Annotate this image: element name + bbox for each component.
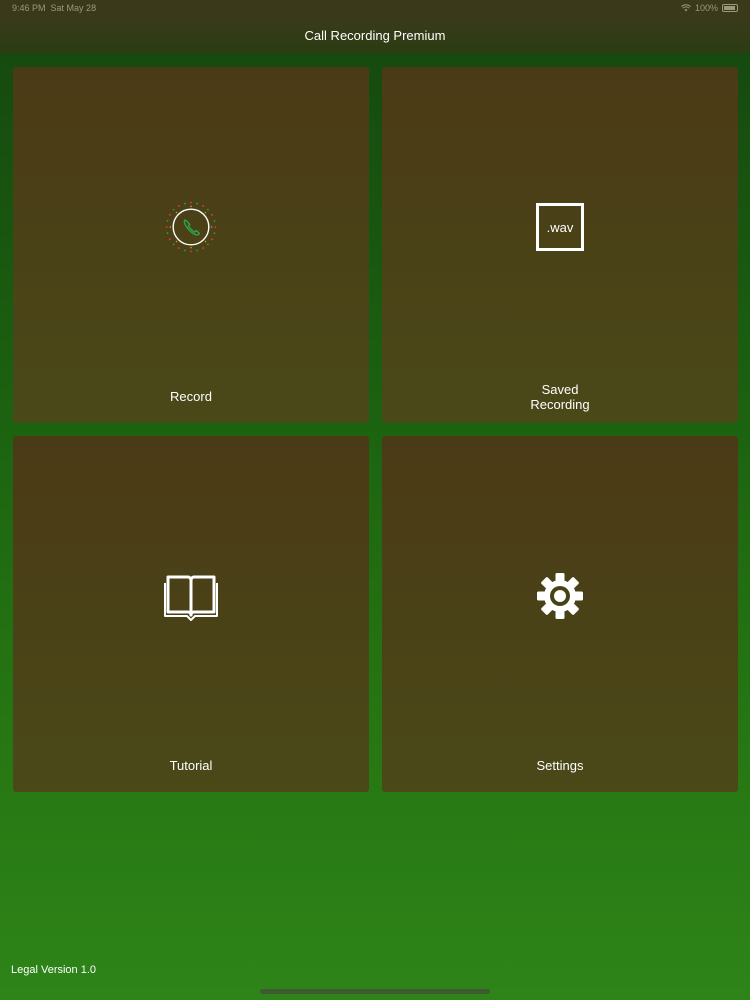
saved-recording-label: Saved Recording <box>530 382 590 412</box>
status-time: 9:46 PM Sat May 28 <box>12 3 97 13</box>
status-bar: 9:46 PM Sat May 28 100% <box>0 0 750 18</box>
wav-file-icon: .wav <box>530 197 590 257</box>
settings-tile[interactable]: Settings <box>382 436 738 792</box>
wav-box: .wav <box>536 203 584 251</box>
battery-percent: 100% <box>694 3 718 13</box>
wifi-icon <box>681 4 691 12</box>
battery-icon <box>722 4 738 12</box>
page-title: Call Recording Premium <box>304 28 446 43</box>
gear-icon <box>530 566 590 626</box>
nav-bar: Call Recording Premium <box>0 18 750 54</box>
book-icon <box>161 566 221 626</box>
saved-recording-tile[interactable]: .wav Saved Recording <box>382 67 738 423</box>
tutorial-label: Tutorial <box>169 758 213 773</box>
legal-version-link[interactable]: Legal Version 1.0 <box>11 964 96 976</box>
status-date: Sat May 28 <box>50 3 97 13</box>
status-right: 100% <box>681 3 738 13</box>
phone-record-icon <box>161 197 221 257</box>
record-tile[interactable]: Record <box>13 67 369 423</box>
home-indicator <box>260 989 490 994</box>
settings-label: Settings <box>536 758 584 773</box>
record-label: Record <box>170 389 212 404</box>
tutorial-tile[interactable]: Tutorial <box>13 436 369 792</box>
